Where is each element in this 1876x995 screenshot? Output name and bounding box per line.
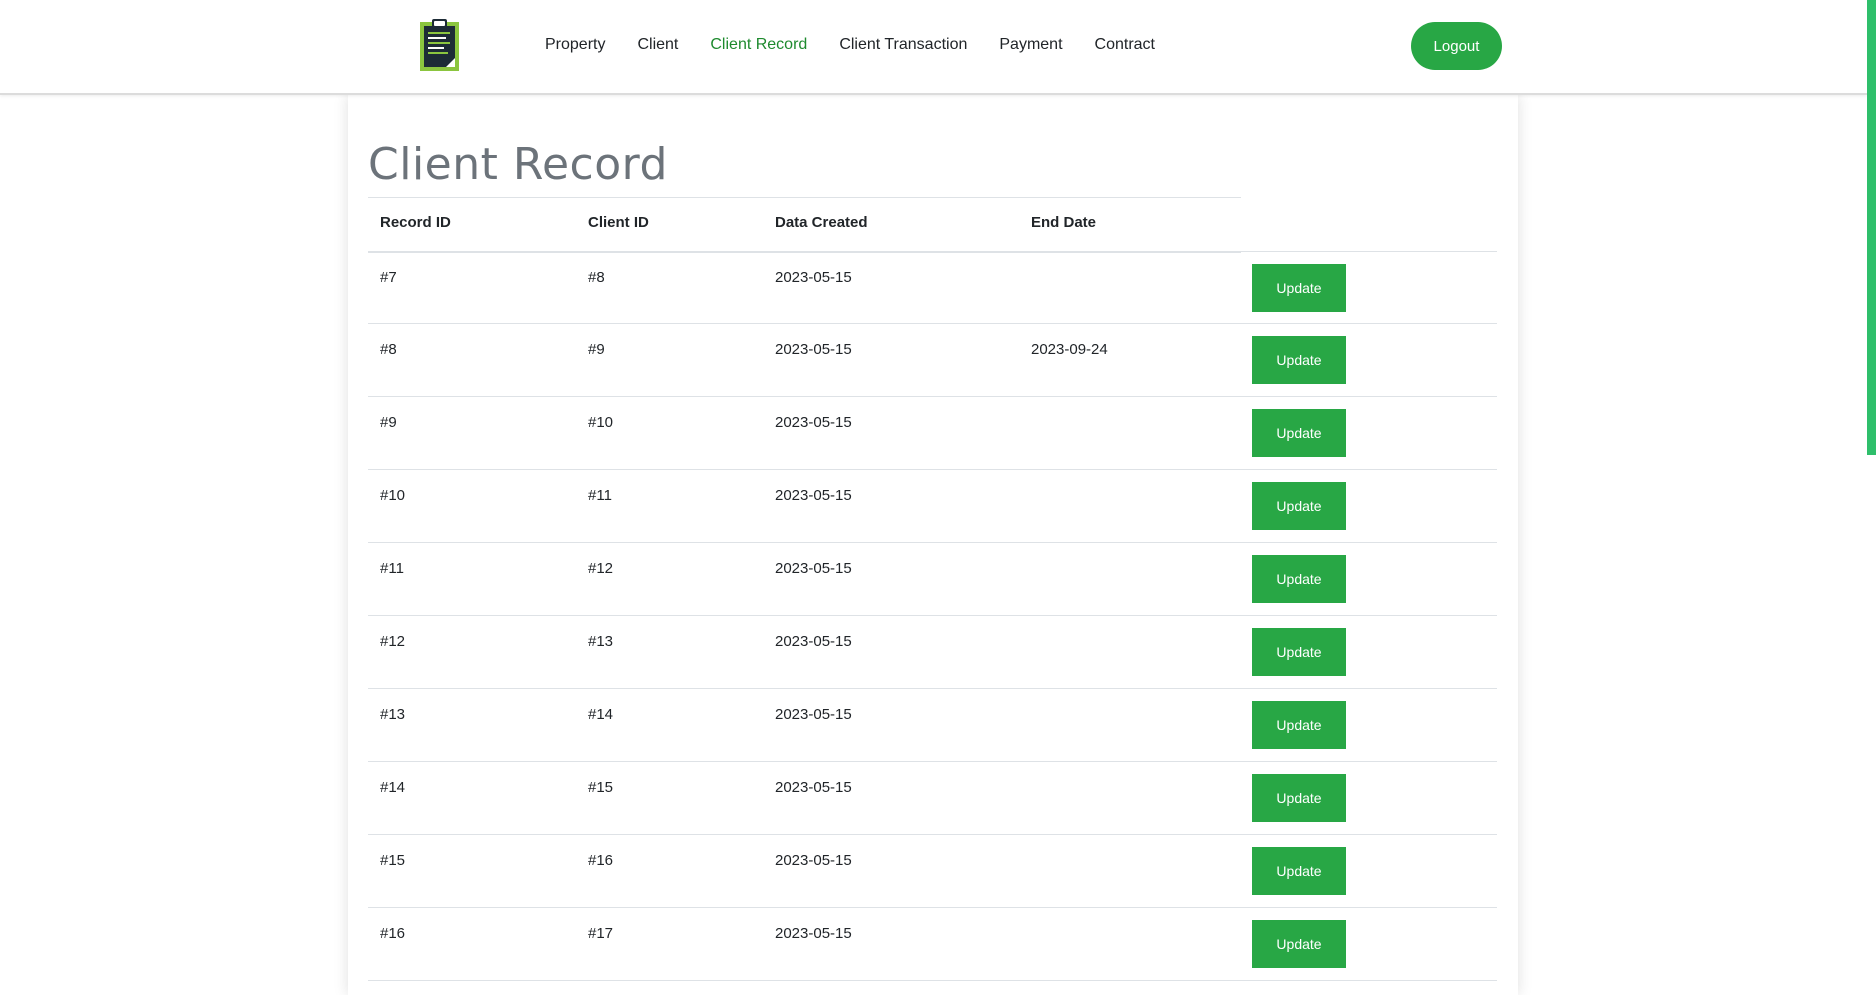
client-record-table: Record ID Client ID Data Created End Dat… <box>368 197 1497 981</box>
created-date-cell: 2023-05-15 <box>775 414 852 431</box>
nav-link-contract[interactable]: Contract <box>1095 34 1155 56</box>
record-id-cell: #13 <box>380 706 406 723</box>
nav-link-payment[interactable]: Payment <box>999 34 1062 56</box>
table-row: #10 #11 2023-05-15 Update <box>368 470 1497 543</box>
table-row: #16 #17 2023-05-15 Update <box>368 908 1497 981</box>
client-id-cell: #10 <box>588 414 614 431</box>
record-id-cell: #15 <box>380 852 406 869</box>
nav-link-client-record[interactable]: Client Record <box>710 34 807 56</box>
header-end-date: End Date <box>1031 214 1097 231</box>
header-record-id: Record ID <box>380 214 451 231</box>
client-id-cell: #13 <box>588 633 614 650</box>
clipboard-icon[interactable] <box>420 19 459 71</box>
page-scrollbar-thumb[interactable] <box>1867 0 1876 455</box>
table-row: #11 #12 2023-05-15 Update <box>368 543 1497 616</box>
record-id-cell: #16 <box>380 925 406 942</box>
client-id-cell: #16 <box>588 852 614 869</box>
created-date-cell: 2023-05-15 <box>775 269 852 286</box>
record-id-cell: #8 <box>380 341 397 358</box>
client-id-cell: #9 <box>588 341 605 358</box>
record-id-cell: #7 <box>380 269 397 286</box>
update-button[interactable]: Update <box>1252 847 1346 895</box>
record-id-cell: #14 <box>380 779 406 796</box>
update-button[interactable]: Update <box>1252 701 1346 749</box>
update-button[interactable]: Update <box>1252 555 1346 603</box>
header-data-created: Data Created <box>775 214 868 231</box>
created-date-cell: 2023-05-15 <box>775 925 852 942</box>
logout-button[interactable]: Logout <box>1411 22 1502 70</box>
table-row: #13 #14 2023-05-15 Update <box>368 689 1497 762</box>
main-nav: Property Client Client Record Client Tra… <box>545 34 1187 56</box>
table-row: #9 #10 2023-05-15 Update <box>368 397 1497 470</box>
table-row: #15 #16 2023-05-15 Update <box>368 835 1497 908</box>
created-date-cell: 2023-05-15 <box>775 341 852 358</box>
client-id-cell: #15 <box>588 779 614 796</box>
record-id-cell: #10 <box>380 487 406 504</box>
created-date-cell: 2023-05-15 <box>775 560 852 577</box>
update-button[interactable]: Update <box>1252 628 1346 676</box>
created-date-cell: 2023-05-15 <box>775 852 852 869</box>
table-body: #7 #8 2023-05-15 Update #8 #9 2023-05-15… <box>368 251 1497 981</box>
table-row: #12 #13 2023-05-15 Update <box>368 616 1497 689</box>
client-id-cell: #11 <box>588 487 612 504</box>
client-id-cell: #12 <box>588 560 614 577</box>
created-date-cell: 2023-05-15 <box>775 633 852 650</box>
update-button[interactable]: Update <box>1252 336 1346 384</box>
update-button[interactable]: Update <box>1252 482 1346 530</box>
record-id-cell: #11 <box>380 560 404 577</box>
client-id-cell: #17 <box>588 925 614 942</box>
table-row: #7 #8 2023-05-15 Update <box>368 251 1497 324</box>
created-date-cell: 2023-05-15 <box>775 779 852 796</box>
record-id-cell: #9 <box>380 414 397 431</box>
client-record-card: Client Record Record ID Client ID Data C… <box>348 95 1518 995</box>
record-id-cell: #12 <box>380 633 406 650</box>
update-button[interactable]: Update <box>1252 264 1346 312</box>
table-row: #8 #9 2023-05-15 2023-09-24 Update <box>368 324 1497 397</box>
header-client-id: Client ID <box>588 214 649 231</box>
update-button[interactable]: Update <box>1252 920 1346 968</box>
end-date-cell: 2023-09-24 <box>1031 341 1108 358</box>
table-header: Record ID Client ID Data Created End Dat… <box>368 197 1241 253</box>
client-id-cell: #8 <box>588 269 605 286</box>
created-date-cell: 2023-05-15 <box>775 706 852 723</box>
created-date-cell: 2023-05-15 <box>775 487 852 504</box>
top-navbar: Property Client Client Record Client Tra… <box>0 0 1867 95</box>
update-button[interactable]: Update <box>1252 409 1346 457</box>
table-row: #14 #15 2023-05-15 Update <box>368 762 1497 835</box>
client-id-cell: #14 <box>588 706 614 723</box>
nav-link-client[interactable]: Client <box>637 34 678 56</box>
update-button[interactable]: Update <box>1252 774 1346 822</box>
nav-link-client-transaction[interactable]: Client Transaction <box>839 34 967 56</box>
nav-link-property[interactable]: Property <box>545 34 605 56</box>
page-title: Client Record <box>368 139 668 190</box>
